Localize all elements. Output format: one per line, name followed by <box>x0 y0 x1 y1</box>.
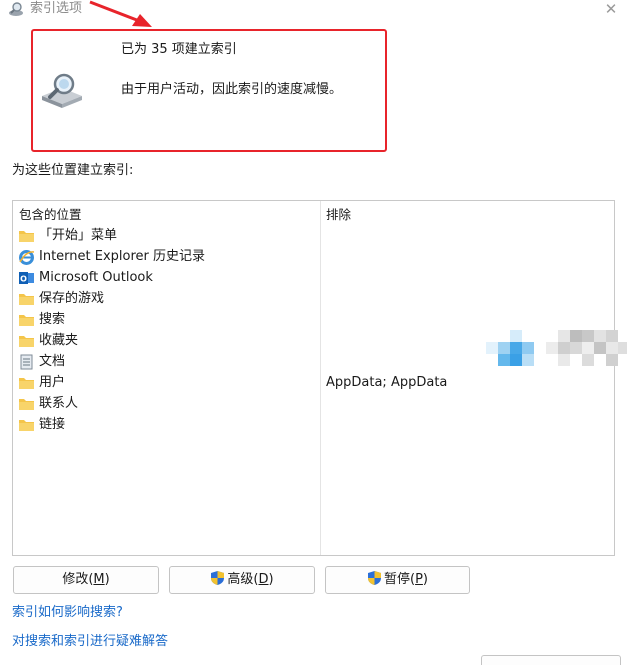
indexing-status-message: 由于用户活动，因此索引的速度减慢。 <box>121 82 343 97</box>
folder-icon <box>19 231 34 242</box>
location-label: Internet Explorer 历史记录 <box>39 249 206 264</box>
location-label: 链接 <box>39 417 66 432</box>
document-icon <box>20 354 33 370</box>
list-item[interactable]: 保存的游戏 <box>17 289 317 310</box>
location-label: 「开始」菜单 <box>39 228 118 243</box>
pause-button-label: 暂停( <box>384 572 416 587</box>
pause-button-label-end: ) <box>422 572 428 587</box>
uac-shield-icon <box>368 571 381 585</box>
advanced-button-label: 高级( <box>227 572 259 587</box>
location-label: 联系人 <box>39 396 79 411</box>
folder-icon <box>19 315 34 326</box>
folder-icon <box>19 420 34 431</box>
folder-icon <box>19 294 34 305</box>
list-item[interactable]: 联系人 <box>17 394 317 415</box>
indexed-locations-list[interactable]: 包含的位置 排除 「开始」菜单 Internet Explorer 历史记录 O… <box>12 200 615 556</box>
folder-icon <box>19 336 34 347</box>
list-item[interactable]: O Microsoft Outlook <box>17 268 317 289</box>
column-divider <box>320 201 321 555</box>
svg-text:O: O <box>20 275 27 284</box>
modify-button-label-end: ) <box>104 572 110 587</box>
outlook-icon: O <box>19 272 34 284</box>
uac-shield-icon <box>211 571 225 585</box>
advanced-button-label-end: ) <box>268 572 274 587</box>
location-label: 文档 <box>39 354 66 369</box>
include-column-header: 包含的位置 <box>19 207 82 222</box>
exclude-column-header: 排除 <box>326 207 352 222</box>
location-label: 用户 <box>39 375 66 390</box>
advanced-button[interactable]: 高级(D) <box>169 566 315 594</box>
location-label: 保存的游戏 <box>39 291 105 306</box>
close-button[interactable]: ✕ <box>599 0 623 20</box>
redacted-region <box>486 330 627 366</box>
close-dialog-button[interactable] <box>481 655 621 665</box>
pause-button[interactable]: 暂停(P) <box>325 566 470 594</box>
list-item[interactable]: 搜索 <box>17 310 317 331</box>
pause-button-hotkey: P <box>415 572 423 587</box>
folder-icon <box>19 399 34 410</box>
troubleshoot-search-indexing-link[interactable]: 对搜索和索引进行疑难解答 <box>12 633 168 651</box>
how-indexing-affects-search-link[interactable]: 索引如何影响搜索? <box>12 604 123 622</box>
list-item[interactable]: 用户 <box>17 373 317 394</box>
modify-button-hotkey: M <box>93 572 105 587</box>
modify-button-label: 修改( <box>62 572 94 587</box>
modify-button[interactable]: 修改(M) <box>13 566 159 594</box>
location-label: 收藏夹 <box>39 333 79 348</box>
list-item[interactable]: Internet Explorer 历史记录 <box>17 247 317 268</box>
indexed-count-text: 已为 35 项建立索引 <box>121 42 237 57</box>
list-item[interactable]: 「开始」菜单 <box>17 226 317 247</box>
indexing-options-icon <box>9 2 23 16</box>
folder-icon <box>19 378 34 389</box>
index-locations-label: 为这些位置建立索引: <box>12 163 134 178</box>
list-item[interactable]: 链接 <box>17 415 317 436</box>
exclude-value: AppData; AppData <box>326 375 448 390</box>
location-label: 搜索 <box>39 312 66 327</box>
list-item[interactable]: 文档 <box>17 352 317 373</box>
list-item[interactable]: 收藏夹 <box>17 331 317 352</box>
location-label: Microsoft Outlook <box>39 270 153 285</box>
advanced-button-hotkey: D <box>258 572 269 587</box>
window-title: 索引选项 <box>30 1 83 16</box>
annotation-arrow <box>89 0 152 27</box>
internet-explorer-icon <box>19 250 35 265</box>
indexing-drive-icon <box>42 73 82 108</box>
close-icon: ✕ <box>604 0 618 18</box>
